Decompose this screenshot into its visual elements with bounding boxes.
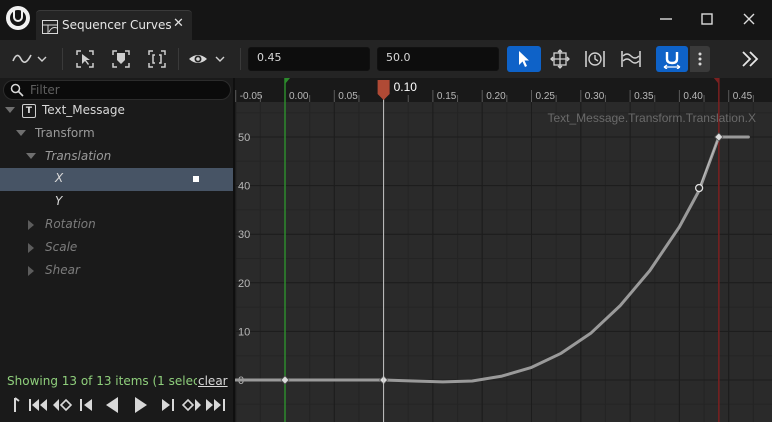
curve-graph-canvas[interactable]: 01020304050 -0.05 0.00 0.05 0.15 0.20 0.25 0.3… — [235, 78, 772, 422]
next-key-icon[interactable] — [205, 396, 227, 414]
collapse-arrow-icon[interactable] — [28, 220, 34, 230]
clear-selection-link[interactable]: clear — [198, 374, 228, 388]
step-forward-icon[interactable] — [160, 396, 176, 414]
y-tick-label: 30 — [238, 229, 250, 241]
jump-to-start-icon[interactable] — [12, 396, 22, 414]
x-tick-label: 0.20 — [486, 91, 506, 102]
frame-select-icon — [76, 50, 94, 68]
chevron-double-right-icon — [742, 51, 759, 67]
curve-name-label: Text_Message.Transform.Translation.X — [547, 111, 756, 125]
y-tick-label: 20 — [238, 278, 250, 290]
x-tick-label: 0.30 — [585, 91, 605, 102]
magnet-icon — [663, 52, 681, 69]
y-tick-label: 40 — [238, 181, 250, 193]
x-tick-label: 0.40 — [683, 91, 703, 102]
filter-placeholder: Filter — [30, 83, 60, 97]
curve-graph[interactable]: 0 10 20 30 40 50 -0.05 0.00 0.05 0.15 0.20 0.25 0.3… — [235, 78, 772, 422]
step-back-icon[interactable] — [78, 396, 94, 414]
multi-scale-tool-button[interactable] — [618, 46, 644, 72]
y-tick-label: 50 — [238, 132, 250, 144]
unreal-logo-icon — [6, 6, 30, 30]
expand-arrow-icon[interactable] — [16, 130, 26, 136]
minimize-icon[interactable] — [655, 8, 677, 30]
tree-label-rotation: Rotation — [45, 217, 96, 231]
multi-curve-icon — [621, 51, 641, 67]
curve-editor-icon — [42, 20, 58, 34]
snapping-toggle[interactable] — [656, 46, 688, 72]
tab-close-icon[interactable]: ✕ — [173, 16, 184, 31]
frame-key-icon — [112, 50, 130, 68]
frame-selection-button[interactable] — [74, 46, 96, 72]
playhead-time-label: 0.10 — [394, 80, 418, 94]
x-tick-label: 0.35 — [634, 91, 654, 102]
y-tick-label: 10 — [238, 326, 250, 338]
x-tick-label: -0.05 — [240, 91, 263, 102]
x-tick-label: 0.00 — [289, 91, 309, 102]
play-reverse-icon[interactable] — [104, 396, 120, 414]
tree-label-y: Y — [55, 194, 63, 208]
close-window-icon[interactable] — [738, 8, 760, 30]
time-input[interactable]: 0.45 — [248, 47, 370, 71]
expand-arrow-icon[interactable] — [26, 153, 36, 159]
frame-all-icon — [148, 50, 166, 68]
search-icon — [10, 83, 24, 97]
tree-label-transform: Transform — [35, 126, 95, 140]
curve-wave-icon — [12, 54, 47, 63]
maximize-icon[interactable] — [696, 8, 718, 30]
text-actor-icon: T — [22, 104, 36, 118]
item-count-status: Showing 13 of 13 items (1 selected) — [7, 374, 197, 388]
tree-label-text-message: Text_Message — [42, 103, 125, 117]
toolbar: 0.45 50.0 — [0, 40, 772, 78]
collapse-arrow-icon[interactable] — [28, 266, 34, 276]
transform-tool-button[interactable] — [547, 46, 573, 72]
curve-color-swatch — [193, 176, 199, 182]
tree-item-y[interactable]: Y — [0, 191, 233, 214]
curve-tree-panel: Filter T Text_Message Transform Translat… — [0, 78, 233, 422]
next-keyframe-icon[interactable] — [180, 396, 202, 414]
frame-key-button[interactable] — [110, 46, 132, 72]
x-tick-label: 0.25 — [536, 91, 556, 102]
cursor-icon — [519, 51, 529, 67]
value-input[interactable]: 50.0 — [377, 47, 499, 71]
move-icon — [550, 49, 570, 69]
select-tool-button[interactable] — [507, 46, 541, 72]
title-bar: Sequencer Curves ✕ — [0, 0, 772, 40]
x-tick-label: 0.05 — [338, 91, 358, 102]
expand-arrow-icon[interactable] — [5, 107, 15, 113]
tree-item-x[interactable]: X — [0, 168, 233, 191]
tree-item-text-message[interactable]: T Text_Message — [0, 100, 233, 123]
snapping-options-button[interactable] — [690, 46, 710, 72]
frame-all-button[interactable] — [146, 46, 168, 72]
filter-input[interactable]: Filter — [3, 80, 231, 100]
retime-icon — [585, 51, 605, 67]
playback-controls — [0, 394, 233, 418]
previous-key-icon[interactable] — [28, 396, 48, 414]
previous-keyframe-icon[interactable] — [52, 396, 74, 414]
tree-label-x: X — [55, 171, 64, 185]
tree-item-translation[interactable]: Translation — [0, 146, 233, 169]
play-icon[interactable] — [133, 396, 149, 414]
tree-item-transform[interactable]: Transform — [0, 123, 233, 146]
retime-tool-button[interactable] — [582, 46, 608, 72]
curve-display-dropdown[interactable] — [10, 46, 50, 72]
tree-item-shear[interactable]: Shear — [0, 260, 233, 283]
tree-label-shear: Shear — [45, 263, 80, 277]
x-tick-label: 0.45 — [733, 91, 753, 102]
tree-item-rotation[interactable]: Rotation — [0, 214, 233, 237]
tab-sequencer-curves[interactable]: Sequencer Curves ✕ — [36, 10, 192, 40]
tree-label-scale: Scale — [45, 240, 78, 254]
x-tick-label: 0.15 — [437, 91, 457, 102]
toolbar-overflow-button[interactable] — [737, 46, 763, 72]
tangent-handle[interactable] — [694, 183, 704, 193]
eye-icon — [189, 55, 225, 63]
view-options-dropdown[interactable] — [188, 46, 232, 72]
tree-item-scale[interactable]: Scale — [0, 237, 233, 260]
more-vertical-icon — [698, 52, 702, 66]
tree-label-translation: Translation — [45, 149, 112, 163]
tab-label: Sequencer Curves — [62, 18, 172, 32]
collapse-arrow-icon[interactable] — [28, 243, 34, 253]
